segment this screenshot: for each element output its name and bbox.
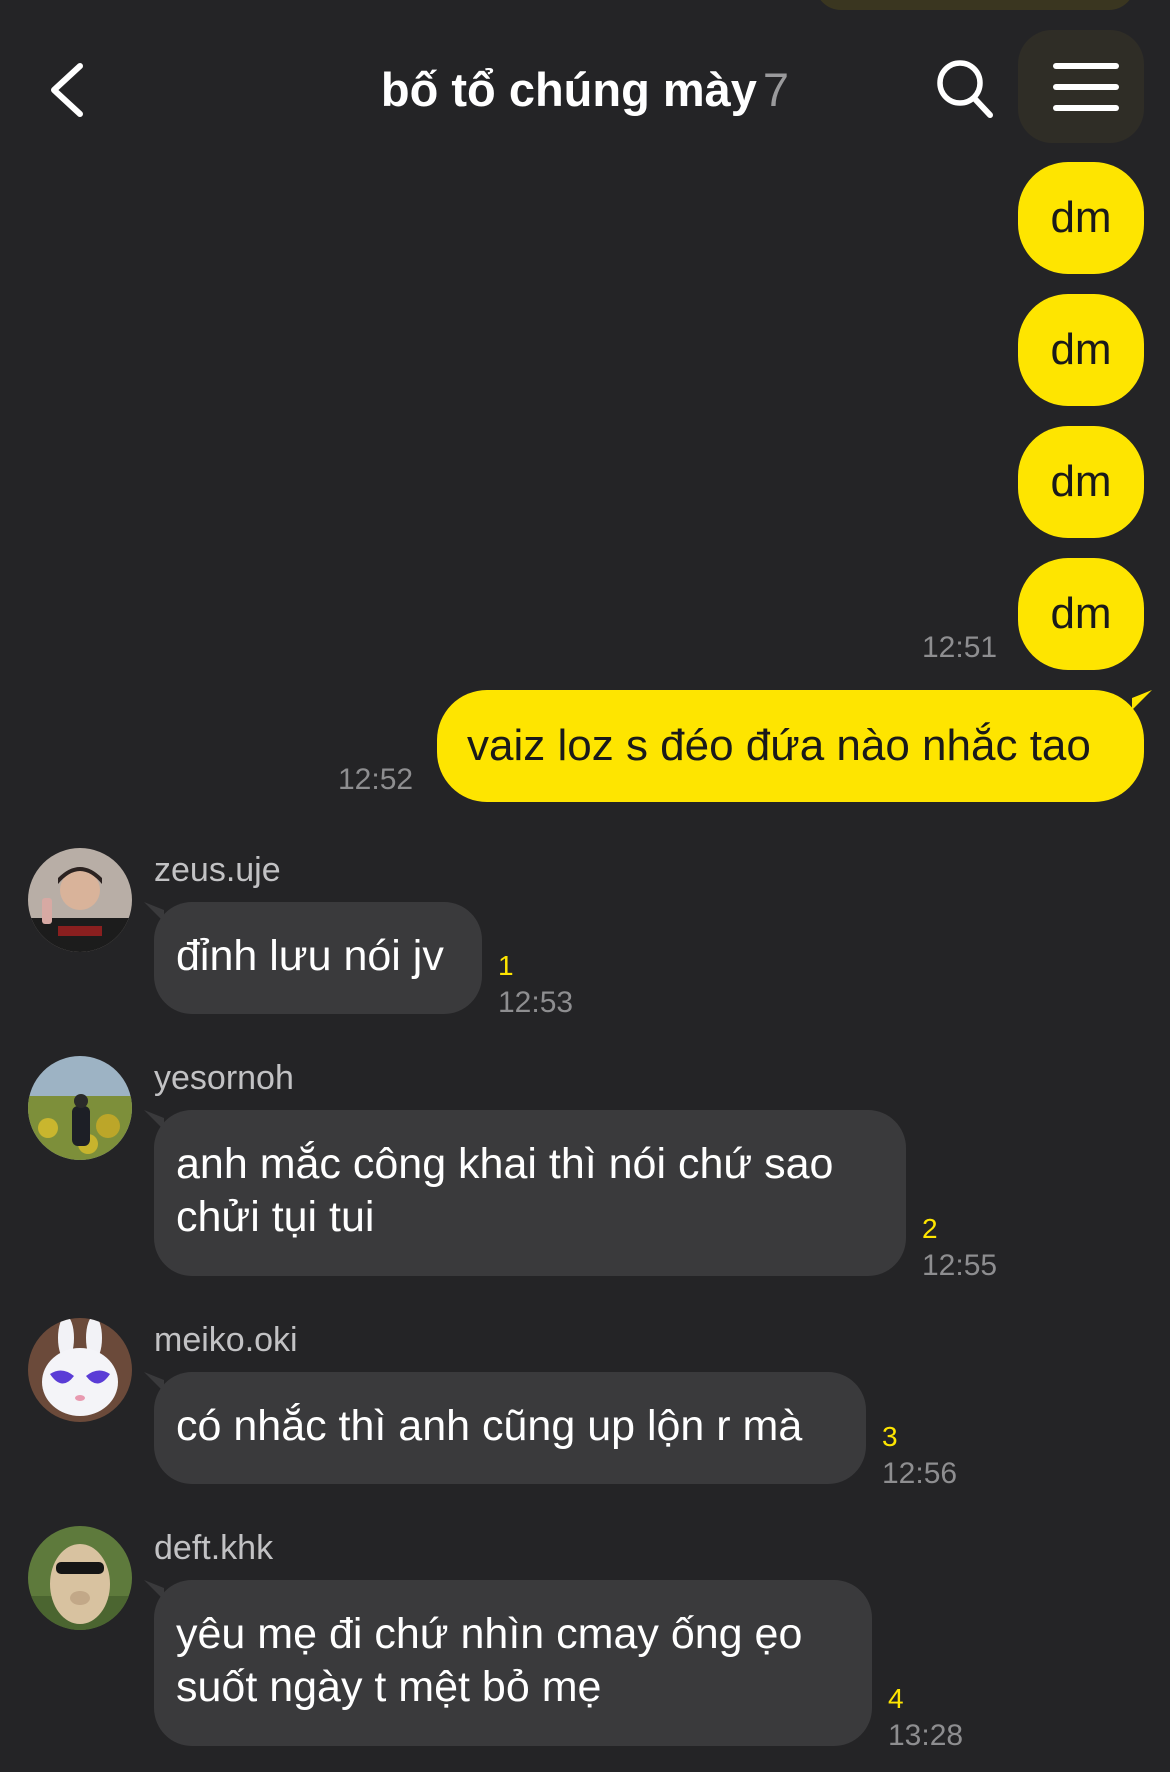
message-time: 12:56	[882, 1457, 958, 1490]
previous-message-edge	[815, 0, 1135, 10]
back-arrow-icon	[51, 63, 83, 117]
sender-name: zeus.uje	[154, 851, 281, 889]
avatar-photo	[28, 1526, 132, 1630]
message-text: dm	[1050, 589, 1112, 638]
bubble-tail	[144, 1110, 164, 1130]
message-text-line: yêu mẹ đi chứ nhìn cmay ống ẹo	[176, 1610, 803, 1658]
message-text: dm	[1050, 325, 1112, 374]
message-time: 13:28	[888, 1719, 964, 1752]
sender-name: deft.khk	[154, 1529, 274, 1567]
hamburger-menu-icon	[1053, 63, 1119, 111]
incoming-message[interactable]: có nhắc thì anh cũng up lộn r mà	[154, 1372, 866, 1484]
outgoing-message[interactable]: dm	[1018, 558, 1144, 670]
search-button[interactable]	[930, 52, 1000, 126]
avatar-photo	[28, 1056, 132, 1160]
outgoing-message[interactable]: dm	[1018, 294, 1144, 406]
message-text: có nhắc thì anh cũng up lộn r mà	[176, 1402, 803, 1450]
sender-name: meiko.oki	[154, 1321, 298, 1359]
bubble-tail	[144, 1372, 164, 1392]
message-time: 12:53	[498, 986, 574, 1019]
bubble-tail	[144, 1580, 164, 1600]
message-text-line: anh mắc công khai thì nói chứ sao	[176, 1140, 834, 1188]
search-icon	[937, 60, 993, 118]
outgoing-message[interactable]: dm	[1018, 426, 1144, 538]
back-button[interactable]	[40, 56, 100, 124]
message-text: vaiz loz s đéo đứa nào nhắc tao	[467, 721, 1091, 770]
message-text: dm	[1050, 457, 1112, 506]
message-text-line: chửi tụi tui	[176, 1193, 375, 1241]
message-time: 12:51	[922, 631, 998, 664]
incoming-message[interactable]: đỉnh lưu nói jv	[154, 902, 482, 1014]
unread-count: 2	[922, 1213, 938, 1244]
incoming-message[interactable]: anh mắc công khai thì nói chứ sao chửi t…	[154, 1110, 906, 1276]
bubble-tail	[1132, 690, 1152, 710]
avatar[interactable]	[28, 848, 132, 952]
message-text-line: suốt ngày t mệt bỏ mẹ	[176, 1663, 602, 1711]
chat-screen: bố tổ chúng mày 7 dm dm dm dm 12:51 vaiz …	[0, 0, 1170, 1772]
message-text: dm	[1050, 193, 1112, 242]
message-text: đỉnh lưu nói jv	[176, 932, 444, 980]
incoming-message[interactable]: yêu mẹ đi chứ nhìn cmay ống ẹo suốt ngày…	[154, 1580, 872, 1746]
avatar[interactable]	[28, 1056, 132, 1160]
unread-count: 1	[498, 950, 514, 981]
bubble-tail	[144, 902, 164, 922]
menu-button[interactable]	[1018, 30, 1144, 143]
avatar[interactable]	[28, 1526, 132, 1630]
chat-title: bố tổ chúng mày 7	[240, 58, 930, 122]
outgoing-message[interactable]: dm	[1018, 162, 1144, 274]
outgoing-message[interactable]: vaiz loz s đéo đứa nào nhắc tao	[437, 690, 1144, 802]
chat-header: bố tổ chúng mày 7	[0, 30, 1170, 150]
sender-name: yesornoh	[154, 1059, 294, 1097]
unread-count: 3	[882, 1421, 898, 1452]
member-count: 7	[762, 63, 790, 116]
avatar[interactable]	[28, 1318, 132, 1422]
message-time: 12:55	[922, 1249, 998, 1282]
unread-count: 4	[888, 1683, 904, 1714]
avatar-photo	[28, 848, 132, 952]
avatar-photo	[28, 1318, 132, 1422]
message-time: 12:52	[338, 763, 414, 796]
chat-title-text: bố tổ chúng mày	[380, 63, 757, 116]
